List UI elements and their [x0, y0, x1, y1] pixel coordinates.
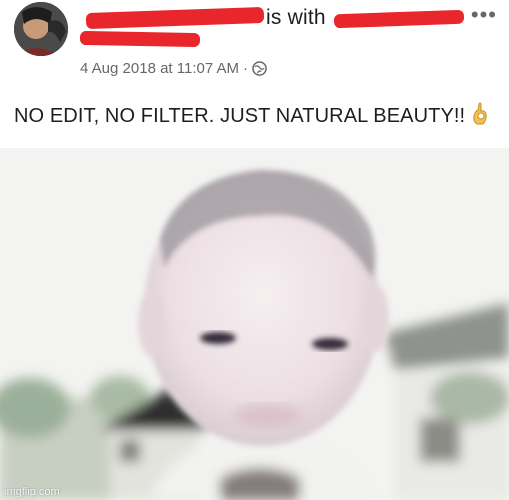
avatar[interactable] [14, 2, 68, 56]
redacted-author-name [79, 30, 201, 48]
redacted-author-name [85, 6, 265, 30]
post-timestamp[interactable]: 4 Aug 2018 at 11:07 AM [80, 60, 239, 77]
photo-image [0, 148, 509, 500]
post-photo[interactable]: imgflip.com [0, 148, 509, 500]
globe-icon [252, 61, 267, 76]
redacted-tagged-name [333, 9, 465, 29]
post-header: is with ••• 4 Aug 2018 at 11:07 AM · [0, 0, 509, 92]
caption-text: NO EDIT, NO FILTER. JUST NATURAL BEAUTY!… [14, 105, 466, 127]
post-meta: 4 Aug 2018 at 11:07 AM · [80, 60, 267, 77]
avatar-image [14, 2, 68, 56]
is-with-text: is with [266, 6, 326, 29]
meta-separator: · [243, 60, 249, 77]
ok-hand-emoji [471, 102, 489, 132]
post-caption: NO EDIT, NO FILTER. JUST NATURAL BEAUTY!… [14, 102, 504, 132]
more-horizontal-icon[interactable]: ••• [471, 2, 497, 28]
watermark: imgflip.com [4, 486, 60, 498]
